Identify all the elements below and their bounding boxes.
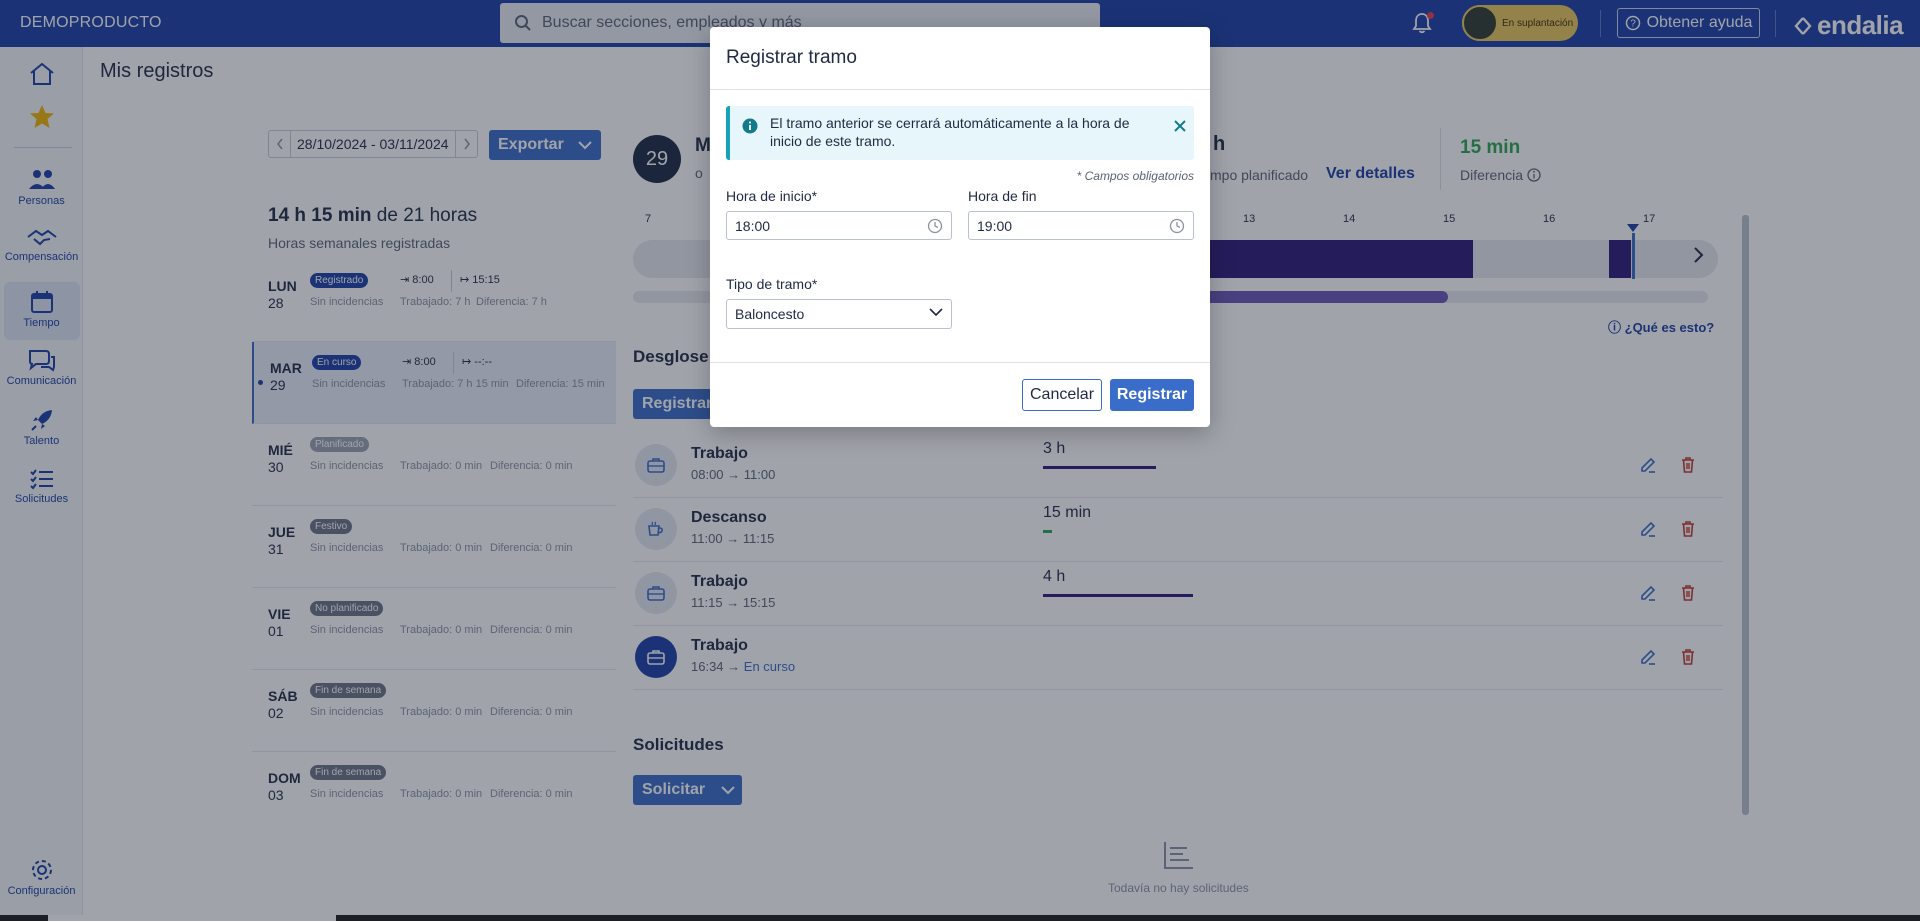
divider: [710, 362, 1210, 363]
close-icon[interactable]: [1174, 120, 1186, 132]
clock-icon: [1169, 218, 1185, 234]
info-icon: [742, 118, 758, 134]
register-button[interactable]: Registrar: [1110, 379, 1194, 411]
clock-icon: [927, 218, 943, 234]
segment-type-select[interactable]: Baloncesto: [726, 299, 952, 329]
register-segment-modal: Registrar tramo El tramo anterior se cer…: [710, 27, 1210, 427]
end-time-input[interactable]: 19:00: [968, 211, 1194, 240]
end-time-value: 19:00: [977, 217, 1013, 234]
info-alert-text: El tramo anterior se cerrará automáticam…: [770, 115, 1130, 149]
modal-title: Registrar tramo: [726, 47, 857, 68]
info-alert: El tramo anterior se cerrará automáticam…: [726, 106, 1194, 160]
start-time-value: 18:00: [735, 217, 771, 234]
chevron-down-icon: [929, 308, 943, 317]
required-fields-note: * Campos obligatorios: [1076, 169, 1194, 183]
start-time-label: Hora de inicio*: [726, 188, 818, 204]
cancel-button[interactable]: Cancelar: [1022, 379, 1102, 411]
start-time-input[interactable]: 18:00: [726, 211, 952, 240]
end-time-label: Hora de fin: [968, 188, 1037, 204]
segment-type-value: Baloncesto: [735, 306, 805, 322]
divider: [710, 89, 1210, 90]
segment-type-label: Tipo de tramo*: [726, 276, 818, 292]
